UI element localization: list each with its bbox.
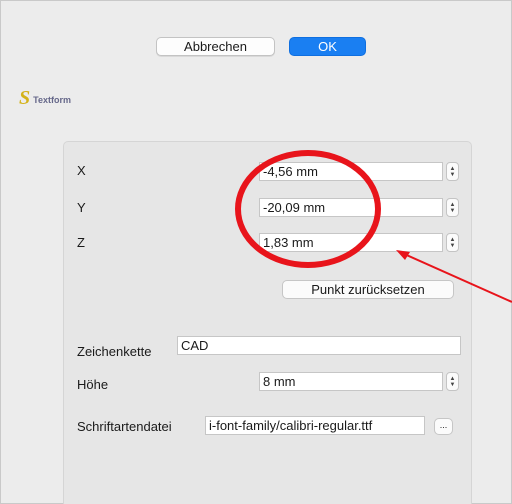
annotation-overlay: [235, 150, 512, 303]
annotation-circle: [235, 150, 381, 268]
annotation-arrow-line: [401, 252, 512, 303]
annotation-arrowhead-icon: [396, 250, 410, 260]
